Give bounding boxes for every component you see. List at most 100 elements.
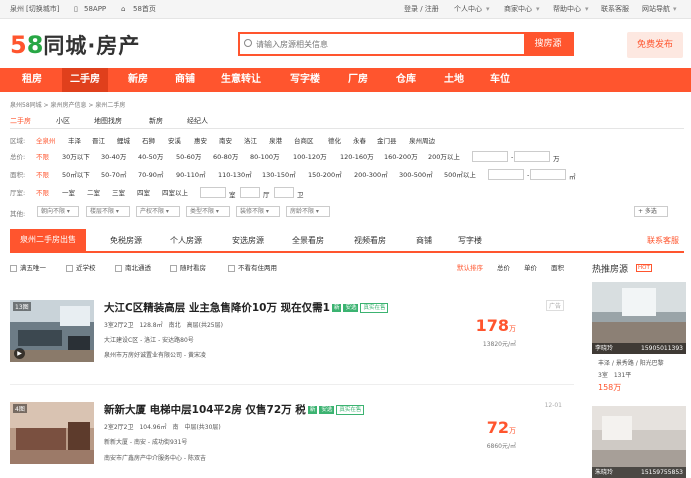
sidebar-photo[interactable]: 李晓玲 15905011393 [592,282,686,354]
filter-option[interactable]: 不限 [36,171,49,180]
filter-option[interactable]: 150-200㎡ [308,171,342,180]
filter-option[interactable]: 全泉州 [36,137,56,146]
nav-item-new[interactable]: 新房 [128,74,148,86]
filter-option[interactable]: 200-300㎡ [354,171,388,180]
filter-option[interactable]: 鲤城 [117,137,130,146]
switch-city-link[interactable]: [切换城市] [26,5,59,14]
listing-item[interactable]: 4图 新新大厦 电梯中层104平2房 仅售72万 税新安选 真实在售 2室2厅2卫… [10,402,574,468]
checkbox-option[interactable]: 南北通透 [115,262,151,272]
filter-option[interactable]: 40-50万 [138,153,163,162]
checkbox-option[interactable]: 不看有住两用 [228,262,277,272]
sort-default[interactable]: 默认排序 [457,262,483,272]
nav-item-warehouse[interactable]: 仓库 [396,74,416,86]
size-min-input[interactable] [488,169,524,180]
subtab-agent[interactable]: 经纪人 [187,116,208,126]
filter-option[interactable]: 四室以上 [162,189,188,198]
tab-panorama[interactable]: 全景看房 [292,235,324,246]
tab-video[interactable]: 视频看房 [354,235,386,246]
filter-option[interactable]: 90-110㎡ [176,171,206,180]
sort-total-price[interactable]: 总价 [497,262,510,272]
filter-option[interactable]: 石狮 [142,137,155,146]
age-select[interactable]: 房龄不限 ▾ [286,206,330,217]
personal-center-link[interactable]: 个人中心 [454,5,482,14]
listing-photo[interactable]: 13图 ▶ [10,300,94,362]
listing-photo[interactable]: 4图 [10,402,94,464]
subtab-secondhand[interactable]: 二手房 [10,116,31,126]
breadcrumb[interactable]: 泉州58同城 > 泉州房产信息 > 泉州二手房 [10,100,125,109]
nav-item-land[interactable]: 土地 [444,74,464,86]
price-max-input[interactable] [514,151,550,162]
filter-option[interactable]: 台商区 [294,137,314,146]
listing-title[interactable]: 新新大厦 电梯中层104平2房 仅售72万 税新安选 真实在售 [104,402,365,417]
room-count-input[interactable] [200,187,226,198]
filter-option[interactable]: 永春 [353,137,366,146]
subtab-community[interactable]: 小区 [56,116,70,126]
filter-option[interactable]: 不限 [36,153,49,162]
filter-option[interactable]: 泉港 [269,137,282,146]
nav-item-secondhand[interactable]: 二手房 [62,68,108,92]
orientation-select[interactable]: 朝向不限 ▾ [37,206,79,217]
filter-option[interactable]: 德化 [328,137,341,146]
search-input[interactable] [256,36,521,52]
listing-agent[interactable]: 南安市广鑫房产中介服务中心 - 陈双吉 [104,453,206,462]
checkbox-option[interactable]: 随时看房 [170,262,206,272]
price-min-input[interactable] [472,151,508,162]
filter-option[interactable]: 80-100万 [250,153,280,162]
decoration-select[interactable]: 装修不限 ▾ [236,206,280,217]
filter-option[interactable]: 100-120万 [293,153,327,162]
tab-office[interactable]: 写字楼 [458,235,482,246]
filter-option[interactable]: 60-80万 [213,153,238,162]
listing-item[interactable]: 13图 ▶ 大江C区精装高层 业主急售降价10万 现在仅需1 新安选 真实在售 3室… [10,300,574,366]
checkbox-option[interactable]: 满五唯一 [10,262,46,272]
filter-option[interactable]: 30-40万 [101,153,126,162]
site-logo[interactable]: 58同城·房产 [10,30,140,59]
nav-item-office[interactable]: 写字楼 [290,74,320,86]
tab-shop[interactable]: 商铺 [416,235,432,246]
nav-item-shop[interactable]: 商铺 [175,74,195,86]
filter-option[interactable]: 一室 [62,189,75,198]
filter-option[interactable]: 四室 [137,189,150,198]
help-center-link[interactable]: 帮助中心 [553,5,581,14]
subtab-map[interactable]: 地图找房 [94,116,122,126]
sidebar-photo[interactable]: 朱晓玲 15159755853 [592,406,686,478]
bath-count-input[interactable] [274,187,294,198]
listing-title[interactable]: 大江C区精装高层 业主急售降价10万 现在仅需1 新安选 真实在售 [104,300,389,315]
filter-option[interactable]: 泉州周边 [409,137,435,146]
sort-area[interactable]: 面积 [551,262,564,272]
search-button[interactable]: 搜房源 [524,34,572,54]
filter-option[interactable]: 不限 [36,189,49,198]
filter-option[interactable]: 洛江 [244,137,257,146]
subtab-new[interactable]: 新房 [149,116,163,126]
free-publish-button[interactable]: 免费发布 [627,32,683,58]
size-max-input[interactable] [530,169,566,180]
sort-unit-price[interactable]: 单价 [524,262,537,272]
nav-item-parking[interactable]: 车位 [490,74,510,86]
nav-item-factory[interactable]: 厂房 [348,74,368,86]
filter-option[interactable]: 130-150㎡ [262,171,296,180]
filter-option[interactable]: 50-70㎡ [101,171,126,180]
floor-select[interactable]: 楼层不限 ▾ [86,206,130,217]
tab-personal[interactable]: 个人房源 [170,235,202,246]
filter-option[interactable]: 二室 [87,189,100,198]
app-link[interactable]: 58APP [84,5,106,14]
tab-anxuan[interactable]: 安选房源 [232,235,264,246]
service-link[interactable]: 联系客服 [601,5,629,14]
filter-option[interactable]: 160-200万 [384,153,418,162]
nav-item-transfer[interactable]: 生意转让 [221,74,261,86]
nav-item-rent[interactable]: 租房 [22,74,42,86]
filter-option[interactable]: 晋江 [92,137,105,146]
checkbox-option[interactable]: 近学校 [66,262,96,272]
merchant-center-link[interactable]: 商家中心 [504,5,532,14]
ownership-select[interactable]: 产权不限 ▾ [136,206,180,217]
filter-option[interactable]: 丰泽 [68,137,81,146]
filter-option[interactable]: 三室 [112,189,125,198]
filter-option[interactable]: 500㎡以上 [444,171,476,180]
filter-option[interactable]: 300-500㎡ [399,171,433,180]
filter-option[interactable]: 50-60万 [176,153,201,162]
site-nav-link[interactable]: 网站导航 [642,5,670,14]
filter-option[interactable]: 200万以上 [428,153,460,162]
tab-secondhand-sale[interactable]: 泉州二手房出售 [10,229,86,251]
hall-count-input[interactable] [240,187,260,198]
contact-service-link[interactable]: 联系客服 [647,235,679,246]
listing-location[interactable]: 大江建设C区 - 洛江 - 安达路80号 [104,335,194,344]
